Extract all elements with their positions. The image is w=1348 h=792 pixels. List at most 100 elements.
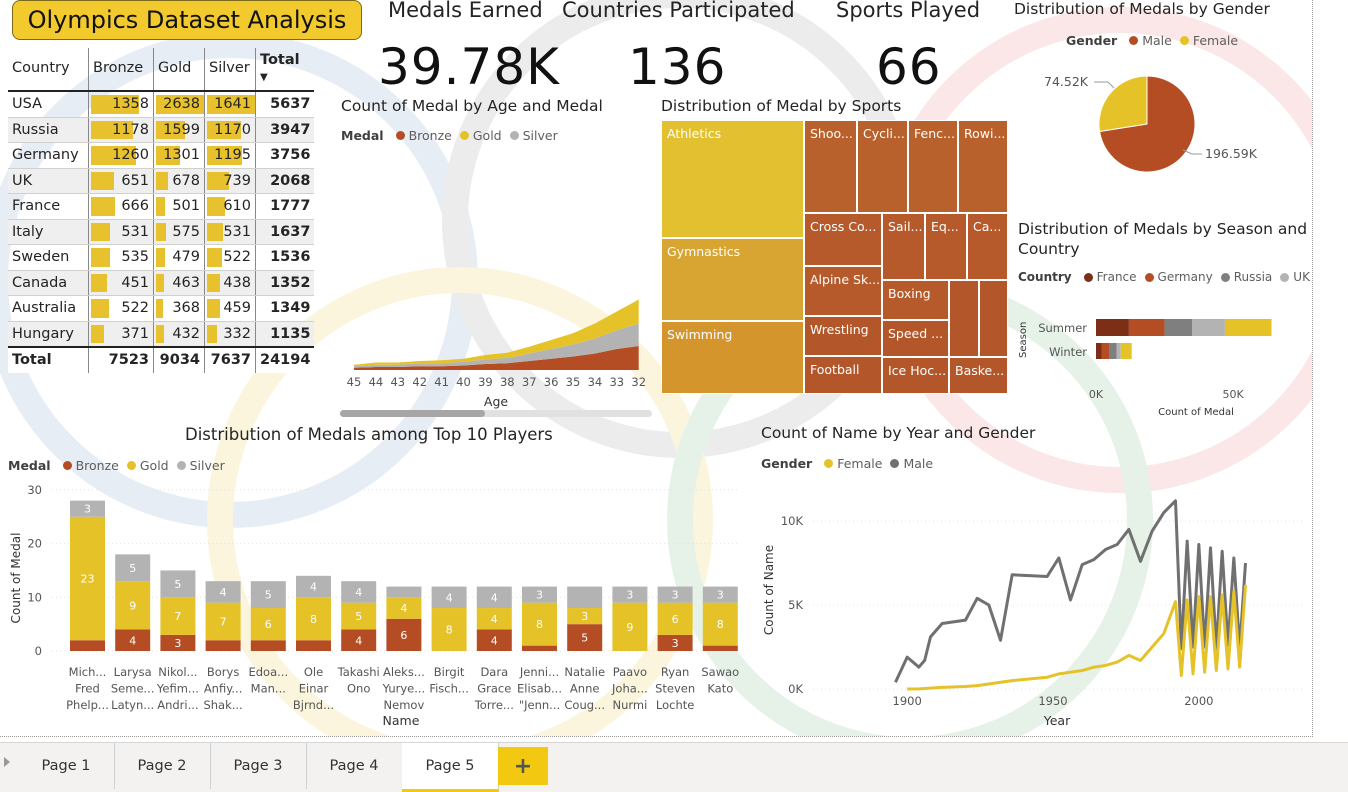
silver-value: 522	[223, 249, 251, 266]
bar-data-label: 9	[626, 621, 633, 634]
season-bar-segment[interactable]	[1116, 343, 1121, 359]
season-country-bar-chart[interactable]: Summer Winter Season 0K 50K Count of Medal	[1014, 300, 1310, 425]
tab-scroll-left-icon[interactable]	[4, 757, 10, 767]
season-bar-segment[interactable]	[1120, 343, 1132, 359]
medal-matrix-table[interactable]: Country Bronze Gold Silver Total ▼ USA 135…	[8, 48, 315, 373]
season-bar-segment[interactable]	[1192, 319, 1225, 336]
age-chart-title: Count of Medal by Age and Medal	[341, 97, 603, 115]
bronze-value: 1260	[112, 147, 149, 164]
age-area-chart[interactable]: 45 44 43 42 41 40 39 38 37 36 35 34 33 32 Age	[336, 150, 656, 420]
table-row[interactable]: Australia 522 368 459 1349	[8, 295, 315, 322]
col-header-gold[interactable]: Gold	[153, 48, 205, 92]
treemap-tile[interactable]: Sail...	[882, 213, 925, 280]
tab-page-2[interactable]: Page 2	[114, 743, 211, 789]
treemap-tile[interactable]: Baske...	[949, 357, 1008, 394]
table-row[interactable]: Sweden 535 479 522 1536	[8, 244, 315, 271]
player-name-label: Natalie	[564, 665, 605, 679]
col-header-total[interactable]: Total ▼	[255, 48, 315, 92]
legend-title: Country	[1018, 270, 1072, 284]
treemap-tile[interactable]: Football	[804, 356, 882, 394]
col-header-country[interactable]: Country	[8, 48, 89, 92]
season-bar-segment[interactable]	[1101, 343, 1110, 359]
treemap-tile[interactable]: Speed ...	[882, 320, 949, 357]
country-cell: Germany	[8, 142, 89, 169]
treemap-tile-small[interactable]	[979, 280, 1008, 357]
treemap-tile[interactable]: Rowi...	[958, 120, 1008, 213]
season-bar-segment[interactable]	[1096, 343, 1102, 359]
bar-data-label: 6	[400, 629, 407, 642]
total-cell: 2068	[255, 168, 315, 194]
treemap-tile[interactable]: Shoo...	[804, 120, 857, 213]
sports-treemap[interactable]: Athletics Gymnastics Swimming Shoo... Cycli.…	[661, 120, 1008, 394]
tab-page-5[interactable]: Page 5	[402, 743, 499, 792]
legend-gold: Gold	[139, 458, 169, 473]
season-bar-segment[interactable]	[1128, 319, 1165, 336]
bar-segment-bronze[interactable]	[702, 645, 738, 651]
treemap-tile[interactable]: Gymnastics	[661, 238, 804, 321]
kpi-countries-value: 136	[628, 38, 727, 96]
col-header-bronze[interactable]: Bronze	[88, 48, 154, 92]
table-row[interactable]: Germany 1260 1301 1195 3756	[8, 142, 315, 169]
table-row[interactable]: UK 651 678 739 2068	[8, 168, 315, 194]
silver-cell: 1641	[204, 91, 256, 118]
season-bar-segment[interactable]	[1109, 343, 1117, 359]
table-row[interactable]: Russia 1178 1599 1170 3947	[8, 117, 315, 143]
silver-value: 1170	[214, 121, 251, 138]
age-tick-label: 44	[369, 375, 384, 389]
year-x-axis-title: Year	[1043, 713, 1071, 728]
gender-pie-chart[interactable]: 196.59K 74.52K	[1020, 55, 1300, 185]
bar-data-label: 3	[581, 610, 588, 623]
pie-slice-female[interactable]	[1098, 75, 1148, 133]
treemap-tile[interactable]: Ca...	[967, 213, 1008, 280]
bronze-value: 451	[121, 274, 149, 291]
year-gender-line-chart[interactable]: 0K 5K 10K 1900 1950 2000 Year Count of Name	[755, 480, 1310, 736]
treemap-tile[interactable]: Cross Co...	[804, 213, 882, 266]
bronze-databar	[91, 197, 115, 216]
player-name-label: Sawao	[701, 665, 739, 679]
gold-databar	[156, 299, 163, 318]
treemap-tile[interactable]: Wrestling	[804, 316, 882, 356]
table-row[interactable]: Canada 451 463 438 1352	[8, 270, 315, 296]
treemap-tile[interactable]: Alpine Sk...	[804, 266, 882, 316]
bronze-cell: 1178	[88, 117, 154, 143]
bar-segment-bronze[interactable]	[250, 640, 286, 651]
tab-page-3[interactable]: Page 3	[210, 743, 307, 789]
table-row[interactable]: Italy 531 575 531 1637	[8, 219, 315, 245]
tab-page-1[interactable]: Page 1	[18, 743, 115, 789]
bronze-value: 1358	[112, 96, 149, 113]
treemap-tile[interactable]: Fenc...	[908, 120, 958, 213]
player-name-label: Joha...	[611, 682, 648, 696]
add-page-button[interactable]: +	[498, 747, 548, 785]
top-players-stacked-bar-chart[interactable]: 0 10 20 30 Count of Medal 23 3 Mich... Fred Phelp…	[0, 478, 750, 736]
bar-data-label: 6	[672, 613, 679, 626]
treemap-tile[interactable]: Ice Hoc...	[882, 357, 949, 394]
treemap-tile[interactable]: Boxing	[882, 280, 949, 320]
players-y-tick: 30	[27, 483, 42, 497]
players-y-axis-title: Count of Medal	[9, 533, 23, 624]
bar-segment-silver[interactable]	[567, 586, 603, 609]
bar-segment-bronze[interactable]	[522, 645, 557, 651]
kpi-countries-label: Countries Participated	[562, 0, 795, 22]
treemap-tile[interactable]: Swimming	[661, 321, 804, 394]
treemap-tile[interactable]: Cycli...	[857, 120, 908, 213]
bar-segment-bronze[interactable]	[70, 640, 105, 651]
table-row[interactable]: USA 1358 2638 1641 5637	[8, 91, 315, 118]
table-row[interactable]: France 666 501 610 1777	[8, 193, 315, 220]
season-bar-segment[interactable]	[1224, 319, 1272, 336]
table-row[interactable]: Hungary 371 432 332 1135	[8, 321, 315, 348]
col-header-silver[interactable]: Silver	[204, 48, 256, 92]
age-scrollbar-thumb[interactable]	[340, 410, 485, 417]
year-y-tick: 10K	[781, 514, 804, 528]
gold-value: 1301	[163, 147, 200, 164]
silver-value: 531	[223, 223, 251, 240]
treemap-tile[interactable]: Athletics	[661, 120, 804, 238]
season-bar-segment[interactable]	[1164, 319, 1192, 336]
bar-segment-bronze[interactable]	[205, 640, 241, 651]
treemap-tile[interactable]: Eq...	[925, 213, 967, 280]
season-bar-segment[interactable]	[1096, 319, 1129, 336]
legend-germany: Germany	[1157, 270, 1213, 284]
bar-segment-silver[interactable]	[386, 586, 422, 598]
bar-segment-bronze[interactable]	[296, 640, 331, 651]
treemap-tile-small[interactable]	[949, 280, 979, 357]
tab-page-4[interactable]: Page 4	[306, 743, 403, 789]
